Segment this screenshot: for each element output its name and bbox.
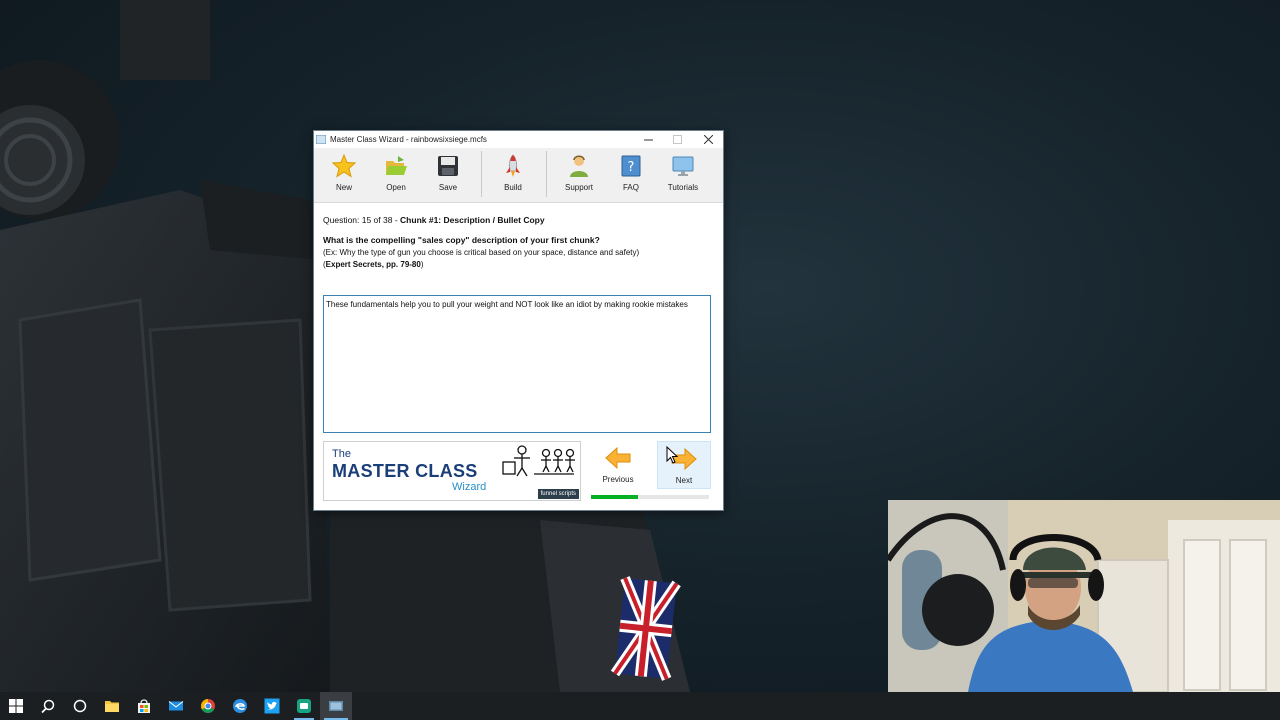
mouse-cursor-icon [666, 446, 678, 464]
twitter-icon [264, 698, 280, 714]
mail-icon [168, 701, 184, 711]
question-reference: (Expert Secrets, pp. 79-80) [323, 260, 424, 269]
edge-icon [233, 699, 247, 713]
chunk-title: Chunk #1: Description / Bullet Copy [400, 215, 545, 225]
funnel-scripts-badge: funnel scripts [537, 489, 579, 499]
tutorials-button[interactable]: Tutorials [659, 154, 707, 198]
close-button[interactable] [695, 131, 721, 147]
build-button[interactable]: Build [489, 154, 537, 198]
taskbar-file-explorer[interactable] [96, 692, 128, 720]
toolbar-separator [546, 151, 547, 197]
previous-label: Previous [602, 475, 634, 484]
start-button[interactable] [0, 692, 32, 720]
banner-master-class: MASTER CLASS [332, 461, 478, 481]
rocket-icon [506, 154, 520, 177]
taskbar-twitter[interactable] [256, 692, 288, 720]
question-header: Question: 15 of 38 - Chunk #1: Descripti… [323, 215, 545, 225]
floppy-disk-icon [438, 156, 458, 176]
maximize-icon [672, 134, 682, 144]
support-person-icon [570, 155, 588, 177]
taskbar-chrome[interactable] [192, 692, 224, 720]
app-icon [316, 134, 326, 144]
master-class-wizard-window: Master Class Wizard - rainbowsixsiege.mc… [313, 130, 724, 511]
reference-text: Expert Secrets, pp. 79-80 [325, 260, 421, 269]
search-icon [41, 699, 55, 714]
faq-label: FAQ [622, 183, 639, 192]
master-class-wizard-icon [329, 701, 343, 711]
build-label: Build [504, 183, 522, 192]
webcam-overlay [888, 500, 1280, 692]
maximize-button[interactable] [664, 131, 690, 147]
save-button[interactable]: Save [424, 154, 472, 198]
taskbar-app[interactable] [288, 692, 320, 720]
help-book-icon: ? [621, 155, 641, 177]
question-progress-bar [591, 495, 709, 499]
tutorials-label: Tutorials [667, 183, 699, 192]
cortana-icon [73, 699, 87, 713]
support-button[interactable]: Support [555, 154, 603, 198]
open-button[interactable]: Open [372, 154, 420, 198]
wizard-content: Question: 15 of 38 - Chunk #1: Descripti… [314, 203, 723, 510]
file-explorer-icon [105, 701, 119, 712]
windows-start-icon [9, 699, 23, 713]
progress-fill [591, 495, 638, 499]
master-class-wizard-banner: The MASTER CLASS Wizard funnel scripts [323, 441, 581, 501]
chrome-icon [201, 699, 215, 713]
banner-the: The [332, 448, 351, 460]
question-counter: Question: 15 of 38 - [323, 215, 398, 225]
window-title: Master Class Wizard - rainbowsixsiege.mc… [330, 134, 487, 144]
banner-wizard: Wizard [452, 481, 487, 493]
question-prompt: What is the compelling "sales copy" desc… [323, 235, 600, 245]
previous-button[interactable]: Previous [592, 441, 644, 487]
toolbar: New Open Save Build Support ? FAQ Tutori… [314, 148, 723, 203]
taskbar [0, 692, 1280, 720]
minimize-icon [643, 139, 653, 140]
support-label: Support [564, 183, 594, 192]
save-label: Save [438, 183, 458, 192]
new-label: New [335, 183, 352, 192]
union-flag-patch [610, 576, 681, 681]
stick-figures-illustration [502, 445, 575, 477]
open-label: Open [386, 183, 406, 192]
reference-close-paren: ) [420, 260, 424, 269]
arrow-left-icon [605, 447, 631, 469]
minimize-button[interactable] [635, 131, 661, 147]
answer-textarea[interactable]: These fundamentals help you to pull your… [323, 295, 711, 433]
toolbar-separator [481, 151, 482, 197]
close-icon [703, 134, 713, 144]
monitor-icon [672, 156, 694, 176]
next-label: Next [675, 476, 693, 485]
new-button[interactable]: New [320, 154, 368, 198]
store-icon [138, 699, 150, 713]
question-example: (Ex: Why the type of gun you choose is c… [323, 248, 640, 257]
taskbar-mail[interactable] [160, 692, 192, 720]
cortana-button[interactable] [64, 692, 96, 720]
faq-button[interactable]: ? FAQ [607, 154, 655, 198]
svg-text:?: ? [628, 160, 635, 175]
title-bar[interactable]: Master Class Wizard - rainbowsixsiege.mc… [314, 131, 723, 147]
open-folder-icon [386, 156, 407, 175]
taskbar-edge[interactable] [224, 692, 256, 720]
taskbar-store[interactable] [128, 692, 160, 720]
star-icon [332, 154, 356, 178]
search-button[interactable] [32, 692, 64, 720]
webcam-person-image [888, 500, 1280, 692]
taskbar-master-class-wizard[interactable] [320, 692, 352, 720]
app-icon [297, 699, 311, 713]
